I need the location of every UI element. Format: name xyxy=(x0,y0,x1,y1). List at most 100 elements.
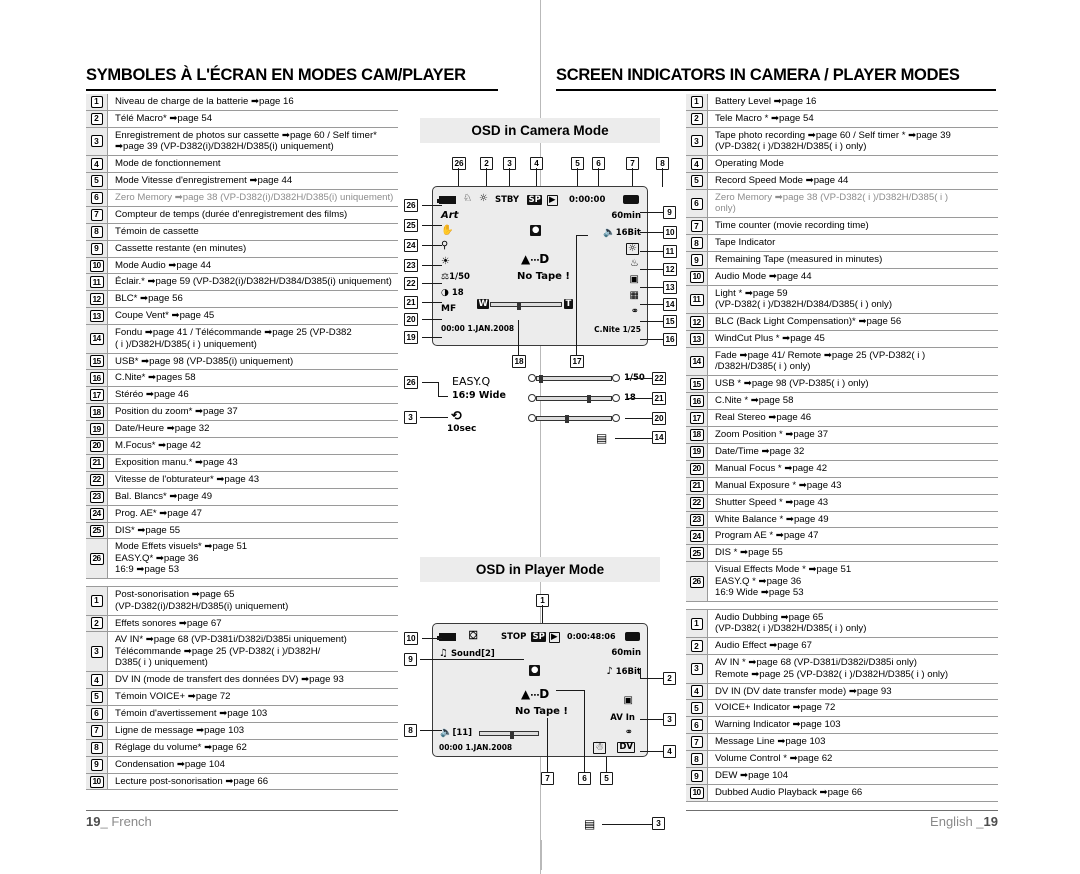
indicator-number: 19 xyxy=(689,445,704,458)
slider-track[interactable] xyxy=(536,395,612,404)
indicator-number-cell: 6 xyxy=(86,189,108,206)
indicator-label: Light * ➡page 59 (VP-D382( i )/D382H/D384… xyxy=(715,287,893,311)
volume-slider[interactable] xyxy=(479,730,539,739)
indicator-number: 13 xyxy=(89,310,104,323)
leader-line xyxy=(577,168,579,187)
indicator-row: 1 Niveau de charge de la batterie ➡page 1… xyxy=(86,94,398,111)
indicator-row: 7 Message Line ➡page 103 xyxy=(686,734,998,752)
leader-line xyxy=(615,438,652,440)
indicator-label: Message Line ➡page 103 xyxy=(715,736,826,748)
indicator-label: Mode de fonctionnement xyxy=(115,158,221,170)
indicator-row: 15 USB * ➡page 98 (VP-D385( i ) only) xyxy=(686,376,998,394)
indicator-label: Vitesse de l'obturateur* ➡page 43 xyxy=(115,473,260,485)
visual-effect-label: Art xyxy=(441,210,459,221)
white-balance-icon: ☀ xyxy=(441,256,450,267)
indicator-label: Télé Macro* ➡page 54 xyxy=(115,112,213,124)
indicator-number-cell: 1 xyxy=(686,610,708,638)
indicator-number: 21 xyxy=(89,456,104,469)
indicator-row: 16 C.Nite* ➡pages 58 xyxy=(86,370,398,388)
indicator-row: 2 Audio Effect ➡page 67 xyxy=(686,638,998,656)
indicator-number-cell: 4 xyxy=(686,683,708,700)
audio-effect-indicator: ♫ Sound[2] xyxy=(439,648,495,659)
fade-icon: ▣ xyxy=(623,695,633,706)
french-indicator-list: 1 Niveau de charge de la batterie ➡page 1… xyxy=(86,94,398,791)
indicator-label: Volume Control * ➡page 62 xyxy=(715,753,833,765)
indicator-number-cell: 26 xyxy=(686,562,708,601)
indicator-number: 15 xyxy=(689,378,704,391)
indicator-number-cell: 9 xyxy=(686,768,708,784)
leader-line xyxy=(606,757,608,772)
callout-slider-22: 22 xyxy=(652,372,667,385)
cnite-indicator: C.Nite 1/25 xyxy=(594,325,641,334)
indicator-number-cell: 4 xyxy=(686,156,708,173)
slider-track[interactable] xyxy=(536,375,612,384)
indicator-label: Manual Exposure * ➡page 43 xyxy=(715,479,842,491)
indicator-row: 6 Zero Memory ➡page 38 (VP-D382( i )/D382… xyxy=(686,189,998,219)
indicator-number: 8 xyxy=(690,237,703,250)
exposure-slider[interactable]: 18 xyxy=(528,394,636,404)
leader-line xyxy=(422,265,442,267)
indicator-label: DEW ➡page 104 xyxy=(715,770,789,782)
leader-line xyxy=(547,718,549,772)
indicator-number: 5 xyxy=(90,690,103,703)
indicator-row: 7 Compteur de temps (durée d'enregistreme… xyxy=(86,206,398,224)
indicator-label: Shutter Speed * ➡page 43 xyxy=(715,496,829,508)
leader-line xyxy=(640,304,663,306)
indicator-label: Operating Mode xyxy=(715,158,784,170)
indicator-row: 4 DV IN (DV date transfer mode) ➡page 93 xyxy=(686,683,998,701)
indicator-number-cell: 1 xyxy=(86,587,108,615)
indicator-row: 9 Cassette restante (en minutes) xyxy=(86,240,398,258)
leader-line xyxy=(518,320,520,355)
focus-slider[interactable] xyxy=(528,414,620,423)
indicator-number: 1 xyxy=(690,617,703,630)
indicator-number: 12 xyxy=(689,316,704,329)
zoom-track xyxy=(490,301,562,310)
footer-english-sep: _ xyxy=(972,814,984,829)
operating-mode-label: STBY xyxy=(495,195,520,205)
tape-icon xyxy=(623,195,639,207)
indicator-number-cell: 10 xyxy=(686,268,708,285)
leader-line xyxy=(640,269,663,271)
indicator-row: 21 Exposition manu.* ➡page 43 xyxy=(86,454,398,472)
self-timer-icon: ⟲ xyxy=(451,409,462,424)
indicator-number-cell: 6 xyxy=(86,705,108,722)
leader-line xyxy=(662,168,664,187)
indicator-number-cell: 22 xyxy=(686,494,708,511)
indicator-row: 23 Bal. Blancs* ➡page 49 xyxy=(86,488,398,506)
battery-icon xyxy=(437,196,456,205)
indicator-row: 9 DEW ➡page 104 xyxy=(686,768,998,785)
indicator-label: VOICE+ Indicator ➡page 72 xyxy=(715,702,836,714)
callout-play-8: 8 xyxy=(404,724,417,737)
indicator-row: 24 Program AE * ➡page 47 xyxy=(686,528,998,546)
indicator-label: Audio Mode ➡page 44 xyxy=(715,270,812,282)
leader-line xyxy=(625,418,652,420)
indicator-number: 16 xyxy=(89,372,104,385)
leader-line xyxy=(640,668,642,678)
indicator-label: Témoin d'avertissement ➡page 103 xyxy=(115,707,268,719)
eject-icon: ▲⋯D xyxy=(521,687,550,701)
indicator-number: 3 xyxy=(90,135,103,148)
indicator-row: 5 Record Speed Mode ➡page 44 xyxy=(686,173,998,190)
dis-hand-icon: ✋ xyxy=(441,225,454,236)
audio-mode: 🔈16Bit xyxy=(603,227,641,238)
indicator-number-cell: 18 xyxy=(686,427,708,443)
indicator-number: 5 xyxy=(690,702,703,715)
slider-track[interactable] xyxy=(536,415,612,423)
indicator-number: 6 xyxy=(690,197,703,210)
indicator-number: 10 xyxy=(689,270,704,283)
date-time-indicator: 00:00 1.JAN.2008 xyxy=(439,743,513,752)
indicator-row: 26 Mode Effets visuels* ➡page 51 EASY.Q* ➡… xyxy=(86,539,398,580)
indicator-number-cell: 11 xyxy=(686,285,708,314)
indicator-label: Témoin de cassette xyxy=(115,225,199,237)
wide-mode-label: 16:9 Wide xyxy=(452,390,506,401)
column-divider-bottom xyxy=(541,840,543,870)
callout-cam-13: 13 xyxy=(663,281,678,294)
play-icon: ▶ xyxy=(549,632,560,643)
leader-line xyxy=(640,212,663,214)
indicator-row: 2 Tele Macro * ➡page 54 xyxy=(686,110,998,128)
volume-control[interactable]: 🔈[11] xyxy=(440,728,472,738)
fade-icon: ▣ xyxy=(629,274,639,285)
indicator-number-cell: 12 xyxy=(86,291,108,308)
leader-line xyxy=(640,678,663,680)
light-icon: ▤ xyxy=(584,817,596,831)
